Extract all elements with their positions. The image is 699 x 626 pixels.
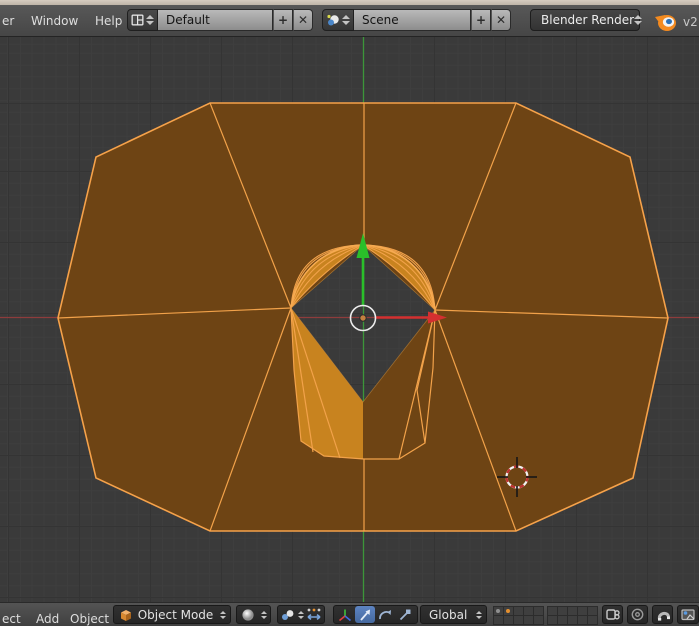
translate-icon [357, 607, 373, 623]
menu-help[interactable]: Help [95, 14, 122, 28]
scene-group: Scene + ✕ [322, 9, 511, 31]
render-engine-dropdown[interactable]: Blender Render [530, 9, 640, 31]
scale-manipulator-button[interactable] [395, 606, 415, 623]
menu-add[interactable]: Add [36, 612, 59, 626]
shading-updown-arrows [259, 611, 268, 619]
manipulator-toggle-button[interactable] [335, 606, 355, 623]
render-opengl-button[interactable] [677, 605, 699, 624]
screen-layout-browse-button[interactable] [127, 9, 158, 31]
snap-button[interactable] [652, 605, 673, 624]
object-origin-dot [360, 315, 366, 321]
layout-icon [130, 13, 145, 27]
scene-browse-button[interactable] [322, 9, 354, 31]
shading-sphere-icon [241, 608, 255, 622]
viewport-3d[interactable] [0, 37, 699, 602]
menu-render-truncated[interactable]: er [2, 14, 14, 28]
mode-updown-arrows [218, 611, 227, 619]
proportional-circle-icon [630, 607, 645, 622]
layer-cell[interactable] [587, 615, 598, 625]
layer-group-1[interactable] [493, 606, 543, 624]
menu-window[interactable]: Window [31, 14, 78, 28]
orientation-updown-arrows [474, 611, 483, 619]
screen-layout-field[interactable]: Default [158, 9, 273, 31]
manipulate-centers-icon[interactable] [306, 607, 322, 622]
layout-updown-arrows [145, 15, 155, 25]
info-header: er Window Help Default + ✕ [0, 5, 699, 37]
pivot-group [277, 605, 325, 624]
manipulator-buttons [333, 605, 418, 624]
pivot-point-icon[interactable] [280, 608, 295, 622]
engine-updown-arrows [634, 15, 642, 25]
viewport-canvas [0, 37, 699, 602]
object-mode-cube-icon [119, 608, 133, 622]
view3d-header: ect Add Object Object Mode [0, 602, 699, 626]
mode-dropdown[interactable]: Object Mode [113, 605, 231, 624]
pivot-updown-arrows [296, 611, 305, 619]
scene-add-button[interactable]: + [471, 9, 491, 31]
manipulator-axes-icon [337, 607, 353, 623]
rotate-manipulator-button[interactable] [375, 606, 395, 623]
menu-object[interactable]: Object [70, 612, 109, 626]
version-label: v2 [683, 15, 698, 29]
bright-face [291, 308, 363, 459]
transform-orientation-dropdown[interactable]: Global [420, 605, 487, 624]
screen-layout-delete-button[interactable]: ✕ [293, 9, 313, 31]
translate-manipulator-button[interactable] [355, 606, 375, 623]
magnet-icon [655, 607, 671, 622]
viewport-shading-dropdown[interactable] [236, 605, 271, 624]
menu-select-truncated[interactable]: ect [2, 612, 21, 626]
scene-field[interactable]: Scene [354, 9, 471, 31]
proportional-edit-button[interactable] [627, 605, 648, 624]
layers-widget[interactable] [493, 606, 597, 624]
scene-icon [325, 13, 341, 28]
lock-chain-icon [605, 607, 621, 622]
scale-icon [397, 607, 413, 623]
blender-logo [653, 11, 679, 33]
layer-group-2[interactable] [547, 606, 597, 624]
lock-to-scene-button[interactable] [602, 605, 623, 624]
layer-cell[interactable] [533, 615, 544, 625]
screen-layout-add-button[interactable]: + [273, 9, 293, 31]
render-image-icon [680, 607, 696, 622]
scene-delete-button[interactable]: ✕ [491, 9, 511, 31]
rotate-icon [377, 607, 393, 623]
blender-window: er Window Help Default + ✕ [0, 0, 699, 626]
scene-updown-arrows [341, 15, 351, 25]
screen-layout-group: Default + ✕ [127, 9, 313, 31]
